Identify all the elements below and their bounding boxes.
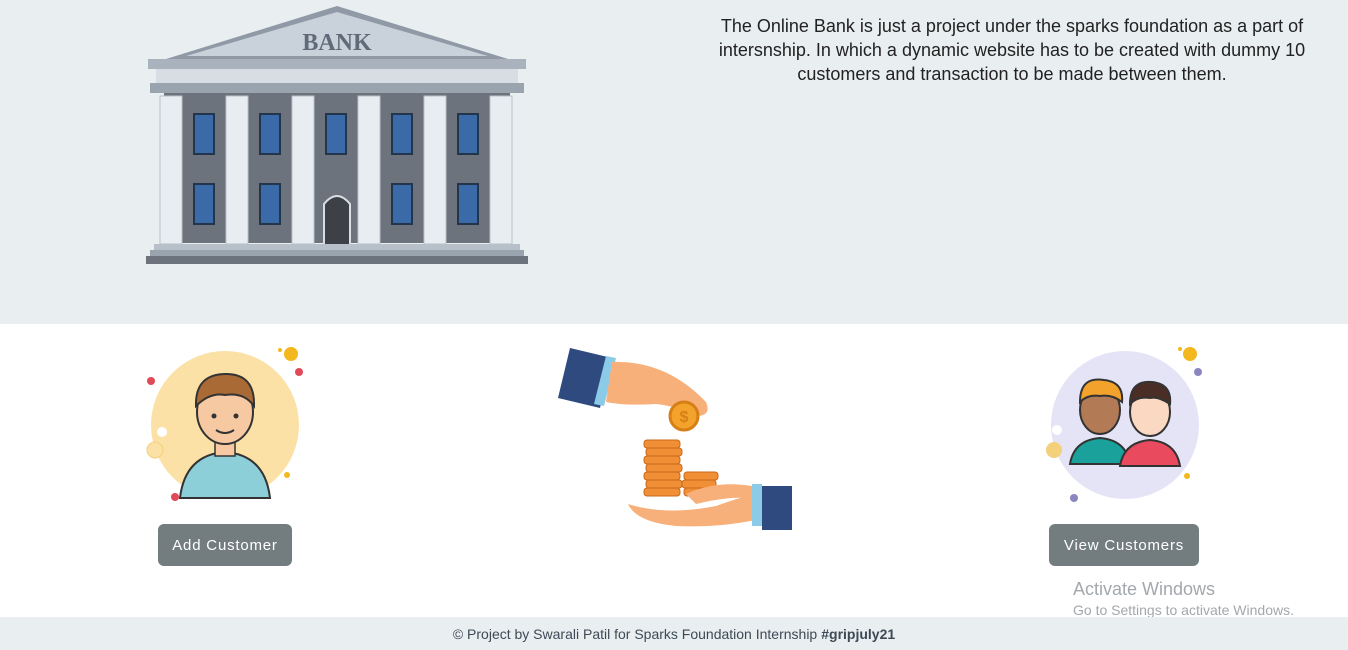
customers-group-icon — [1046, 347, 1202, 502]
add-customer-button[interactable]: Add Customer — [158, 524, 292, 566]
activate-windows-watermark: Activate Windows Go to Settings to activ… — [1073, 578, 1294, 620]
view-customers-button[interactable]: View Customers — [1049, 524, 1199, 566]
customer-avatar-icon — [146, 347, 303, 501]
project-description: The Online Bank is just a project under … — [718, 16, 1306, 84]
bank-building-illustration: BANK — [146, 6, 528, 264]
hero-section: BANK The Online Bank is just a project u… — [0, 0, 1348, 324]
bank-sign: BANK — [302, 30, 372, 56]
coins-exchange-illustration: $ — [558, 348, 792, 530]
footer-text: © Project by Swarali Patil for Sparks Fo… — [452, 625, 818, 642]
svg-text:$: $ — [680, 409, 689, 426]
footer-hashtag: #gripjuly21 — [821, 625, 896, 642]
watermark-title: Activate Windows — [1073, 579, 1216, 599]
footer: © Project by Swarali Patil for Sparks Fo… — [0, 617, 1348, 650]
